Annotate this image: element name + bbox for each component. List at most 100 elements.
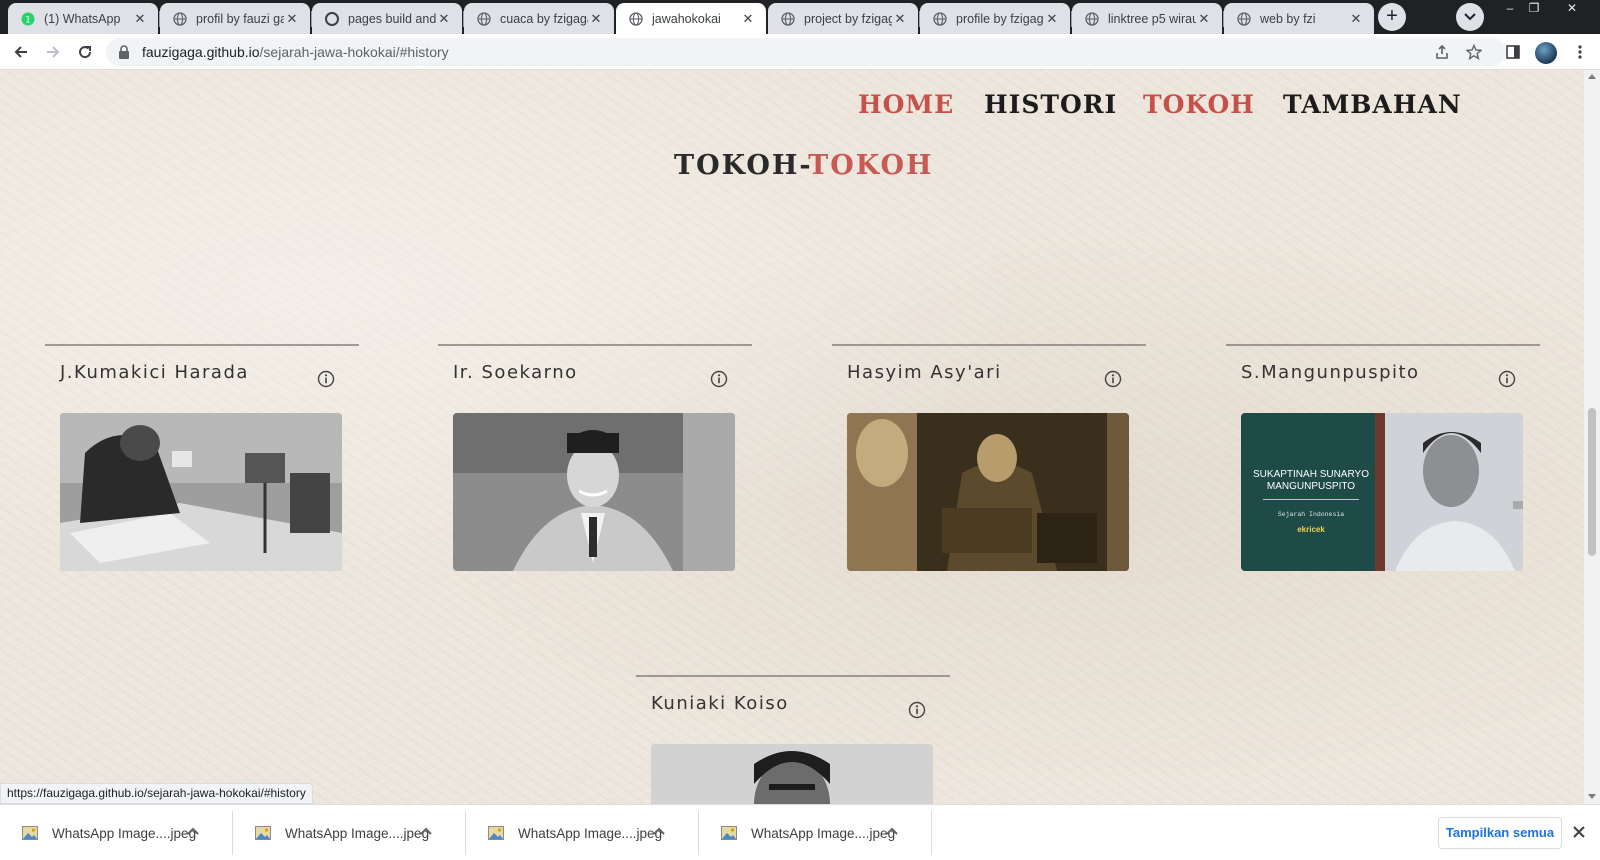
bookmark-button[interactable] bbox=[1462, 40, 1486, 64]
chevron-up-icon[interactable] bbox=[652, 825, 666, 839]
globe-icon bbox=[172, 11, 188, 27]
card-divider bbox=[636, 675, 950, 677]
tab-close-icon[interactable]: ✕ bbox=[740, 11, 756, 27]
page-scrollbar[interactable] bbox=[1584, 70, 1600, 804]
tab-profil[interactable]: profil by fauzi ga ✕ bbox=[160, 3, 310, 34]
tab-profile[interactable]: profile by fzigag ✕ bbox=[920, 3, 1070, 34]
chevron-up-icon[interactable] bbox=[419, 825, 433, 839]
globe-icon bbox=[1084, 11, 1100, 27]
reload-icon bbox=[79, 46, 92, 59]
figure-card: J.Kumakici Harada bbox=[45, 344, 359, 571]
tab-title: web by fzi bbox=[1260, 11, 1316, 26]
tab-title: cuaca by fzigaga bbox=[500, 11, 588, 26]
tab-close-icon[interactable]: ✕ bbox=[132, 11, 148, 27]
tab-close-icon[interactable]: ✕ bbox=[1348, 11, 1364, 27]
scroll-up-icon[interactable] bbox=[1588, 74, 1596, 79]
tab-title: pages build and bbox=[348, 11, 436, 26]
whatsapp-icon: 1 bbox=[20, 11, 36, 27]
tab-title: project by fzigag bbox=[804, 11, 892, 26]
chevron-up-icon[interactable] bbox=[885, 825, 899, 839]
tab-close-icon[interactable]: ✕ bbox=[1196, 11, 1212, 27]
book-title: SUKAPTINAH SUNARYO MANGUNPUSPITO bbox=[1253, 469, 1369, 492]
reload-button[interactable] bbox=[72, 39, 98, 65]
tab-close-icon[interactable]: ✕ bbox=[892, 11, 908, 27]
back-button[interactable] bbox=[8, 39, 34, 65]
tab-cuaca[interactable]: cuaca by fzigaga ✕ bbox=[464, 3, 614, 34]
url-host: fauzigaga.github.io bbox=[142, 44, 260, 60]
download-filename: WhatsApp Image....jpeg bbox=[518, 825, 663, 841]
figure-photo: SUKAPTINAH SUNARYO MANGUNPUSPITO Sejarah… bbox=[1241, 413, 1523, 571]
scroll-down-icon[interactable] bbox=[1588, 794, 1596, 799]
address-bar[interactable]: fauzigaga.github.io/sejarah-jawa-hokokai… bbox=[106, 38, 1506, 66]
tab-strip: 1 (1) WhatsApp ✕ profil by fauzi ga ✕ pa… bbox=[0, 0, 1600, 34]
tab-title: profile by fzigag bbox=[956, 11, 1044, 26]
tab-search-button[interactable] bbox=[1456, 3, 1484, 31]
info-icon[interactable] bbox=[317, 370, 335, 388]
info-icon[interactable] bbox=[710, 370, 728, 388]
card-divider bbox=[45, 344, 359, 346]
figure-card: Ir. Soekarno bbox=[438, 344, 752, 571]
restore-button[interactable]: ❐ bbox=[1524, 0, 1544, 18]
profile-avatar[interactable] bbox=[1535, 42, 1557, 64]
download-filename: WhatsApp Image....jpeg bbox=[285, 825, 430, 841]
image-file-icon bbox=[255, 826, 271, 840]
download-item[interactable]: WhatsApp Image....jpeg bbox=[233, 811, 466, 855]
tab-close-icon[interactable]: ✕ bbox=[436, 11, 452, 27]
menu-button[interactable] bbox=[1568, 40, 1592, 64]
info-icon[interactable] bbox=[1498, 370, 1516, 388]
tab-title: (1) WhatsApp bbox=[44, 11, 121, 26]
figure-name: Hasyim Asy'ari bbox=[847, 362, 1002, 383]
scrollbar-thumb[interactable] bbox=[1588, 408, 1596, 556]
arrow-left-icon bbox=[14, 46, 27, 58]
nav-home[interactable]: HOME bbox=[858, 90, 954, 119]
figure-name: J.Kumakici Harada bbox=[60, 362, 249, 383]
new-tab-button[interactable]: + bbox=[1378, 3, 1406, 31]
image-file-icon bbox=[22, 826, 38, 840]
globe-icon bbox=[628, 11, 644, 27]
portrait bbox=[1385, 413, 1523, 571]
card-divider bbox=[438, 344, 752, 346]
window-close-button[interactable]: ✕ bbox=[1562, 0, 1582, 18]
share-button[interactable] bbox=[1430, 40, 1454, 64]
tab-title: profil by fauzi ga bbox=[196, 11, 284, 26]
close-icon[interactable] bbox=[1570, 823, 1588, 841]
tab-close-icon[interactable]: ✕ bbox=[588, 11, 604, 27]
section-title-part1: TOKOH- bbox=[674, 150, 809, 181]
share-icon bbox=[1436, 44, 1448, 59]
figure-photo bbox=[651, 744, 933, 804]
tab-linktree[interactable]: linktree p5 wirau ✕ bbox=[1072, 3, 1222, 34]
tab-close-icon[interactable]: ✕ bbox=[284, 11, 300, 27]
forward-button[interactable] bbox=[40, 39, 66, 65]
card-divider bbox=[1226, 344, 1540, 346]
image-file-icon bbox=[488, 826, 504, 840]
info-icon[interactable] bbox=[1104, 370, 1122, 388]
star-icon bbox=[1466, 44, 1482, 60]
globe-icon bbox=[780, 11, 796, 27]
tab-close-icon[interactable]: ✕ bbox=[1044, 11, 1060, 27]
tab-project[interactable]: project by fzigag ✕ bbox=[768, 3, 918, 34]
info-icon[interactable] bbox=[908, 701, 926, 719]
download-item[interactable]: WhatsApp Image....jpeg bbox=[0, 811, 233, 855]
download-item[interactable]: WhatsApp Image....jpeg bbox=[466, 811, 699, 855]
tab-pages-build[interactable]: pages build and ✕ bbox=[312, 3, 462, 34]
side-panel-icon bbox=[1506, 45, 1520, 59]
lock-icon bbox=[119, 45, 129, 59]
tab-whatsapp[interactable]: 1 (1) WhatsApp ✕ bbox=[8, 3, 158, 34]
book-brand: ekricek bbox=[1297, 525, 1325, 534]
download-item[interactable]: WhatsApp Image....jpeg bbox=[699, 811, 932, 855]
nav-tokoh[interactable]: TOKOH bbox=[1143, 90, 1255, 119]
figure-card: S.Mangunpuspito SUKAPTINAH SUNARYO MANGU… bbox=[1226, 344, 1540, 571]
globe-icon bbox=[476, 11, 492, 27]
side-panel-button[interactable] bbox=[1501, 40, 1525, 64]
section-title: TOKOH-TOKOH bbox=[674, 150, 934, 181]
minimize-button[interactable]: – bbox=[1500, 0, 1520, 18]
show-all-downloads-button[interactable]: Tampilkan semua bbox=[1438, 817, 1562, 849]
tab-web[interactable]: web by fzi ✕ bbox=[1224, 3, 1374, 34]
nav-histori[interactable]: HISTORI bbox=[984, 90, 1117, 119]
chevron-up-icon[interactable] bbox=[186, 825, 200, 839]
nav-tambahan[interactable]: TAMBAHAN bbox=[1283, 90, 1462, 119]
figure-name: Kuniaki Koiso bbox=[651, 693, 789, 714]
book-subtitle: Sejarah Indonesia bbox=[1277, 511, 1345, 518]
page-viewport: HOME HISTORI TOKOH TAMBAHAN TOKOH-TOKOH … bbox=[0, 70, 1584, 804]
tab-jawahokokai[interactable]: jawahokokai ✕ bbox=[616, 3, 766, 34]
